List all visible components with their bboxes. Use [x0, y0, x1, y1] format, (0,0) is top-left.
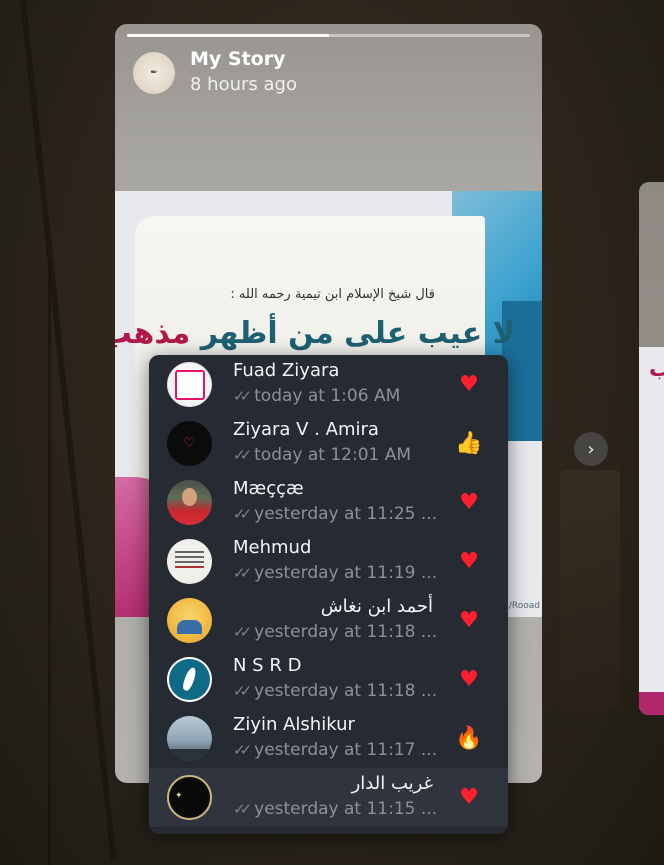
next-story-button[interactable]: ›	[574, 432, 608, 466]
avatar-art: ♡	[183, 436, 196, 451]
avatar-calligraphy-icon: ✒	[150, 68, 158, 78]
viewer-seen-time: ✓✓ yesterday at 11:15 ...	[233, 799, 443, 819]
viewer-row[interactable]: ✦ غريب الدار ✓✓ yesterday at 11:15 ... ♥	[149, 768, 508, 827]
viewer-seen-time-text: today at 12:01 AM	[254, 445, 412, 465]
viewer-row[interactable]: Fuad Ziyara ✓✓ today at 1:06 AM ♥	[149, 355, 508, 414]
image-url: n/Rooad	[503, 601, 540, 611]
story-viewers-list[interactable]: Fuad Ziyara ✓✓ today at 1:06 AM ♥ ♡ Ziyara V …	[149, 355, 508, 834]
viewer-name: Ziyara V . Amira	[233, 419, 379, 440]
heart-reaction-icon: ♥	[459, 372, 479, 397]
story-title: My Story	[190, 48, 286, 70]
fire-reaction-icon: 🔥	[455, 726, 483, 751]
avatar-art	[167, 749, 212, 761]
image-headline-blue: لا عيب على من أظهر	[200, 316, 515, 351]
viewer-seen-time: ✓✓ yesterday at 11:19 ...	[233, 563, 443, 583]
next-story-text: ب	[649, 357, 664, 382]
viewer-seen-time: ✓✓ yesterday at 11:17 ...	[233, 740, 443, 760]
avatar-art: ✦	[175, 791, 183, 801]
avatar-art	[182, 488, 197, 506]
double-check-icon: ✓✓	[233, 800, 252, 818]
viewer-name: Mehmud	[233, 537, 312, 558]
viewer-avatar[interactable]	[167, 657, 212, 702]
viewer-seen-time-text: yesterday at 11:19 ...	[254, 563, 438, 583]
viewer-row[interactable]: N S R D ✓✓ yesterday at 11:18 ... ♥	[149, 650, 508, 709]
background-lighthouse	[560, 470, 620, 710]
viewer-avatar[interactable]	[167, 480, 212, 525]
viewer-seen-time: ✓✓ yesterday at 11:18 ...	[233, 622, 443, 642]
background-pole	[20, 0, 117, 861]
viewer-seen-time: ✓✓ yesterday at 11:18 ...	[233, 681, 443, 701]
viewer-avatar[interactable]	[167, 716, 212, 761]
double-check-icon: ✓✓	[233, 446, 252, 464]
heart-reaction-icon: ♥	[459, 490, 479, 515]
image-headline-red: مذهب	[115, 316, 191, 351]
story-progress-fill	[127, 34, 329, 37]
avatar-art	[175, 551, 204, 553]
next-story-image: ب	[639, 347, 664, 715]
viewer-seen-time-text: today at 1:06 AM	[254, 386, 401, 406]
story-timestamp: 8 hours ago	[190, 74, 297, 95]
double-check-icon: ✓✓	[233, 564, 252, 582]
viewer-seen-time-text: yesterday at 11:17 ...	[254, 740, 438, 760]
heart-reaction-icon: ♥	[459, 608, 479, 633]
heart-reaction-icon: ♥	[459, 785, 479, 810]
avatar-art	[177, 620, 202, 634]
next-story-card[interactable]: ب	[639, 182, 664, 715]
viewer-avatar[interactable]: ♡	[167, 421, 212, 466]
story-author-avatar[interactable]: ✒	[133, 52, 175, 94]
double-check-icon: ✓✓	[233, 682, 252, 700]
avatar-art	[175, 370, 205, 400]
double-check-icon: ✓✓	[233, 387, 252, 405]
story-progress-bar	[127, 34, 530, 37]
next-story-decoration	[639, 692, 664, 715]
double-check-icon: ✓✓	[233, 505, 252, 523]
heart-reaction-icon: ♥	[459, 667, 479, 692]
viewer-avatar[interactable]	[167, 362, 212, 407]
double-check-icon: ✓✓	[233, 623, 252, 641]
viewer-row[interactable]: Mehmud ✓✓ yesterday at 11:19 ... ♥	[149, 532, 508, 591]
viewer-seen-time-text: yesterday at 11:18 ...	[254, 622, 438, 642]
viewer-avatar[interactable]: ✦	[167, 775, 212, 820]
like-reaction-icon: 👍	[455, 431, 483, 456]
viewer-name: غريب الدار	[351, 773, 433, 794]
viewer-row[interactable]: Ziyin Alshikur ✓✓ yesterday at 11:17 ... 🔥	[149, 709, 508, 768]
viewer-seen-time: ✓✓ yesterday at 11:25 ...	[233, 504, 443, 524]
image-caption: قال شيخ الإسلام ابن تيمية رحمه الله :	[230, 287, 435, 302]
viewer-row[interactable]: أحمد ابن نغاش ✓✓ yesterday at 11:18 ... ♥	[149, 591, 508, 650]
viewer-seen-time: ✓✓ today at 12:01 AM	[233, 445, 443, 465]
viewer-name: Mæççæ	[233, 478, 304, 499]
viewer-seen-time-text: yesterday at 11:18 ...	[254, 681, 438, 701]
viewer-avatar[interactable]	[167, 539, 212, 584]
viewer-name: أحمد ابن نغاش	[320, 596, 433, 617]
background-pole	[48, 260, 51, 865]
viewer-row[interactable]: ♡ Ziyara V . Amira ✓✓ today at 12:01 AM 👍	[149, 414, 508, 473]
image-headline: لا عيب على من أظهر مذهب	[115, 316, 515, 351]
double-check-icon: ✓✓	[233, 741, 252, 759]
viewer-avatar[interactable]	[167, 598, 212, 643]
viewer-row[interactable]: Mæççæ ✓✓ yesterday at 11:25 ... ♥	[149, 473, 508, 532]
chevron-right-icon: ›	[587, 438, 595, 460]
heart-reaction-icon: ♥	[459, 549, 479, 574]
viewer-name: N S R D	[233, 655, 302, 676]
viewer-seen-time-text: yesterday at 11:25 ...	[254, 504, 438, 524]
viewer-name: Fuad Ziyara	[233, 360, 340, 381]
viewer-seen-time: ✓✓ today at 1:06 AM	[233, 386, 443, 406]
viewer-seen-time-text: yesterday at 11:15 ...	[254, 799, 438, 819]
viewer-name: Ziyin Alshikur	[233, 714, 355, 735]
